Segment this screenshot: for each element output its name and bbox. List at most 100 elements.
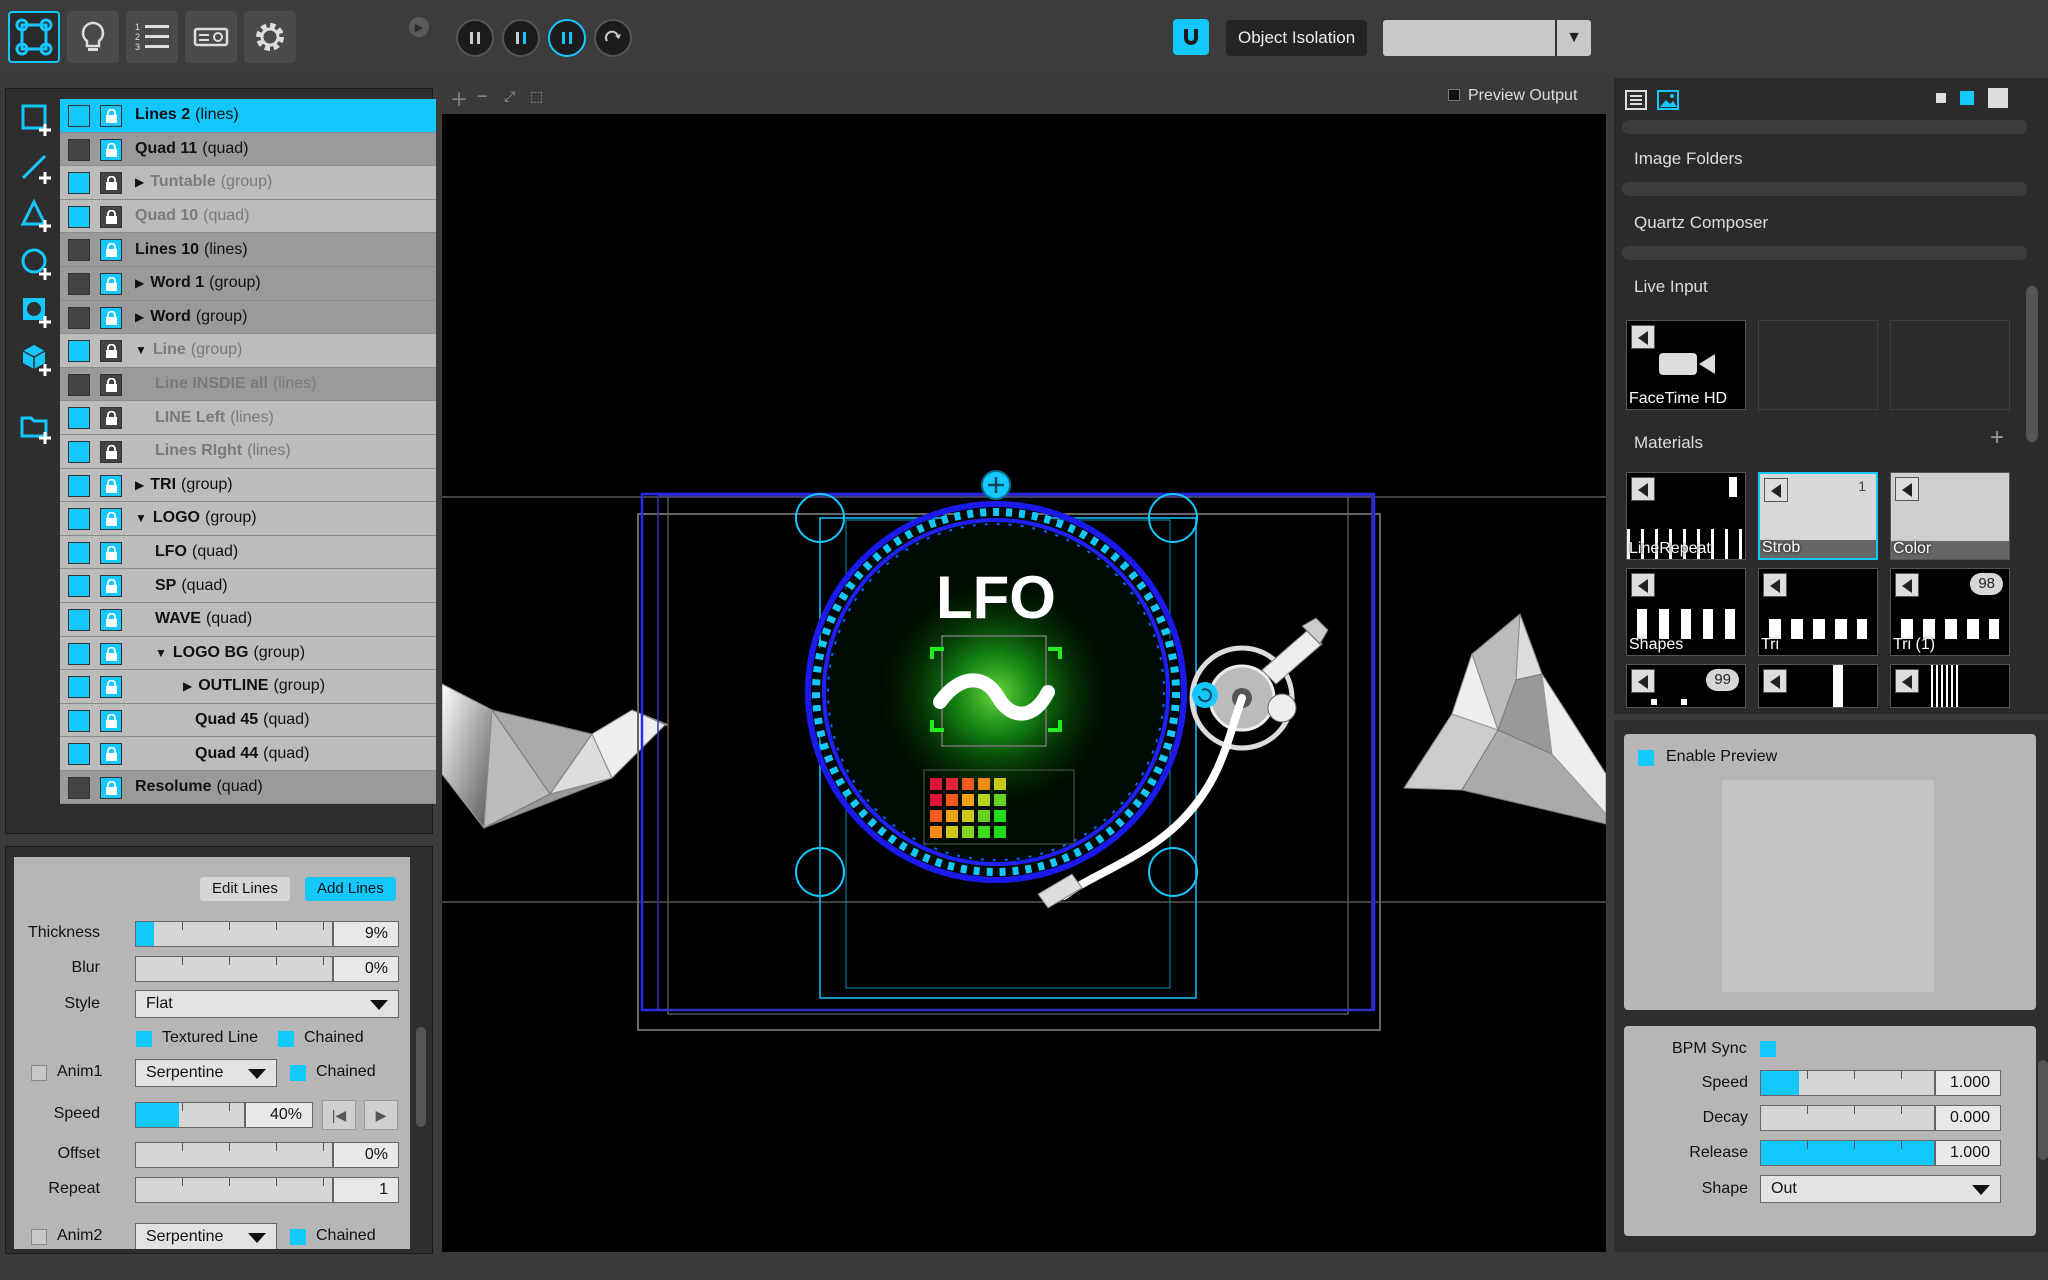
thickness-slider[interactable] xyxy=(135,921,333,947)
visibility-toggle[interactable] xyxy=(68,776,90,799)
medium-thumbnail-toggle[interactable] xyxy=(1960,91,1974,105)
layer-row[interactable]: ▼ Line (group) xyxy=(60,334,436,368)
layer-row[interactable]: Quad 11 (quad) xyxy=(60,132,436,167)
visibility-toggle[interactable] xyxy=(68,138,90,161)
material-thumbnail[interactable]: 99 xyxy=(1626,664,1746,708)
bpm-sync-checkbox[interactable] xyxy=(1760,1041,1776,1057)
chevron-right-icon[interactable]: ▶ xyxy=(135,276,144,290)
chevron-right-icon[interactable]: ▶ xyxy=(135,175,144,189)
add-material-button[interactable]: + xyxy=(1990,424,2004,452)
decay-value[interactable]: 0.000 xyxy=(1935,1105,2001,1131)
material-thumbnail[interactable]: 98 Tri (1) xyxy=(1890,568,2010,656)
add-3d-object-button[interactable] xyxy=(16,339,58,381)
play-icon[interactable] xyxy=(1631,669,1655,693)
speed-next-button[interactable]: ▶ xyxy=(364,1100,398,1130)
cue-list-button[interactable]: 123 xyxy=(126,11,178,63)
visibility-toggle[interactable] xyxy=(68,743,90,766)
chevron-down-icon[interactable]: ▼ xyxy=(135,511,147,525)
material-thumbnail[interactable]: Shapes xyxy=(1626,568,1746,656)
material-thumbnail[interactable]: 1 Strob xyxy=(1758,472,1878,560)
properties-scrollbar[interactable] xyxy=(416,1027,426,1127)
add-line-button[interactable] xyxy=(16,147,58,189)
pause-button-2[interactable] xyxy=(502,19,540,57)
add-folder-button[interactable] xyxy=(16,407,58,449)
anim1-select[interactable]: Serpentine xyxy=(135,1059,277,1087)
add-circle-button[interactable] xyxy=(16,243,58,285)
material-thumbnail[interactable]: LineRepeat xyxy=(1626,472,1746,560)
edit-lines-button[interactable]: Edit Lines xyxy=(200,877,290,901)
right-crystal-shape[interactable] xyxy=(1403,612,1606,825)
play-icon[interactable] xyxy=(1895,477,1919,501)
chevron-down-icon[interactable]: ▼ xyxy=(155,646,167,660)
fit-icon[interactable]: ⤢ xyxy=(504,88,515,105)
thickness-value[interactable]: 9% xyxy=(333,921,399,947)
redo-button[interactable] xyxy=(594,19,632,57)
visibility-toggle[interactable] xyxy=(68,272,90,295)
layer-row[interactable]: SP (quad) xyxy=(60,569,436,603)
corner-handle-bottom-right[interactable] xyxy=(1148,847,1198,897)
lfo-logo[interactable]: LFO xyxy=(805,501,1187,883)
add-quad-button[interactable] xyxy=(16,99,58,141)
textured-line-checkbox[interactable] xyxy=(136,1031,152,1047)
left-crystal-shape[interactable] xyxy=(442,683,670,830)
play-icon[interactable] xyxy=(1763,669,1787,693)
visibility-toggle[interactable] xyxy=(68,642,90,665)
anim1-checkbox[interactable] xyxy=(31,1065,47,1081)
style-select[interactable]: Flat xyxy=(135,990,399,1018)
layer-row[interactable]: Lines 2 (lines) xyxy=(60,99,436,133)
play-icon[interactable] xyxy=(1763,573,1787,597)
visibility-toggle[interactable] xyxy=(68,575,90,598)
chevron-right-icon[interactable]: ▶ xyxy=(135,478,144,492)
speed-slider[interactable] xyxy=(135,1102,245,1128)
materials-header[interactable]: Materials xyxy=(1634,433,1703,453)
light-mode-button[interactable] xyxy=(67,11,119,63)
layer-row[interactable]: ▶ Word 1 (group) xyxy=(60,266,436,301)
layer-row[interactable]: WAVE (quad) xyxy=(60,602,436,637)
lock-toggle[interactable] xyxy=(100,676,122,699)
pause-button-3[interactable] xyxy=(548,19,586,57)
layer-row[interactable]: Quad 45 (quad) xyxy=(60,703,436,738)
release-value[interactable]: 1.000 xyxy=(1935,1140,2001,1166)
chained-checkbox[interactable] xyxy=(278,1031,294,1047)
play-icon[interactable] xyxy=(1631,573,1655,597)
visibility-toggle[interactable] xyxy=(68,306,90,329)
live-input-slot-3[interactable] xyxy=(1890,320,2010,410)
repeat-slider[interactable] xyxy=(135,1177,333,1203)
lock-toggle[interactable] xyxy=(100,239,122,262)
chevron-down-icon[interactable]: ▼ xyxy=(135,343,147,357)
lock-toggle[interactable] xyxy=(100,440,122,463)
zoom-out-icon[interactable]: − xyxy=(477,86,488,107)
play-icon[interactable] xyxy=(1631,325,1655,349)
visibility-toggle[interactable] xyxy=(68,676,90,699)
visibility-toggle[interactable] xyxy=(68,541,90,564)
live-input-slot-2[interactable] xyxy=(1758,320,1878,410)
add-mask-button[interactable] xyxy=(16,291,58,333)
image-folders-header[interactable]: Image Folders xyxy=(1634,149,1743,169)
visibility-toggle[interactable] xyxy=(68,172,90,195)
anim1-chained-checkbox[interactable] xyxy=(290,1065,306,1081)
layer-row[interactable]: ▶ TRI (group) xyxy=(60,468,436,503)
fullscreen-icon[interactable]: ⬚ xyxy=(530,88,543,105)
anim2-checkbox[interactable] xyxy=(31,1229,47,1245)
lock-toggle[interactable] xyxy=(100,474,122,497)
collapse-panel-button[interactable]: ▶ xyxy=(409,17,429,37)
live-input-header[interactable]: Live Input xyxy=(1634,277,1708,297)
anim2-chained-checkbox[interactable] xyxy=(290,1229,306,1245)
material-thumbnail[interactable]: Color xyxy=(1890,472,2010,560)
lock-toggle[interactable] xyxy=(100,575,122,598)
blur-slider[interactable] xyxy=(135,956,333,982)
visibility-toggle[interactable] xyxy=(68,205,90,228)
output-button[interactable] xyxy=(185,11,237,63)
add-lines-button[interactable]: Add Lines xyxy=(305,877,396,901)
layer-row[interactable]: Lines 10 (lines) xyxy=(60,233,436,267)
lock-toggle[interactable] xyxy=(100,541,122,564)
lock-toggle[interactable] xyxy=(100,709,122,732)
layer-row[interactable]: Quad 10 (quad) xyxy=(60,199,436,234)
lock-toggle[interactable] xyxy=(100,205,122,228)
play-icon[interactable] xyxy=(1764,478,1788,502)
lock-toggle[interactable] xyxy=(100,306,122,329)
visibility-toggle[interactable] xyxy=(68,407,90,430)
chevron-right-icon[interactable]: ▶ xyxy=(183,679,192,693)
zoom-in-icon[interactable]: ＋ xyxy=(450,86,468,112)
lock-toggle[interactable] xyxy=(100,743,122,766)
